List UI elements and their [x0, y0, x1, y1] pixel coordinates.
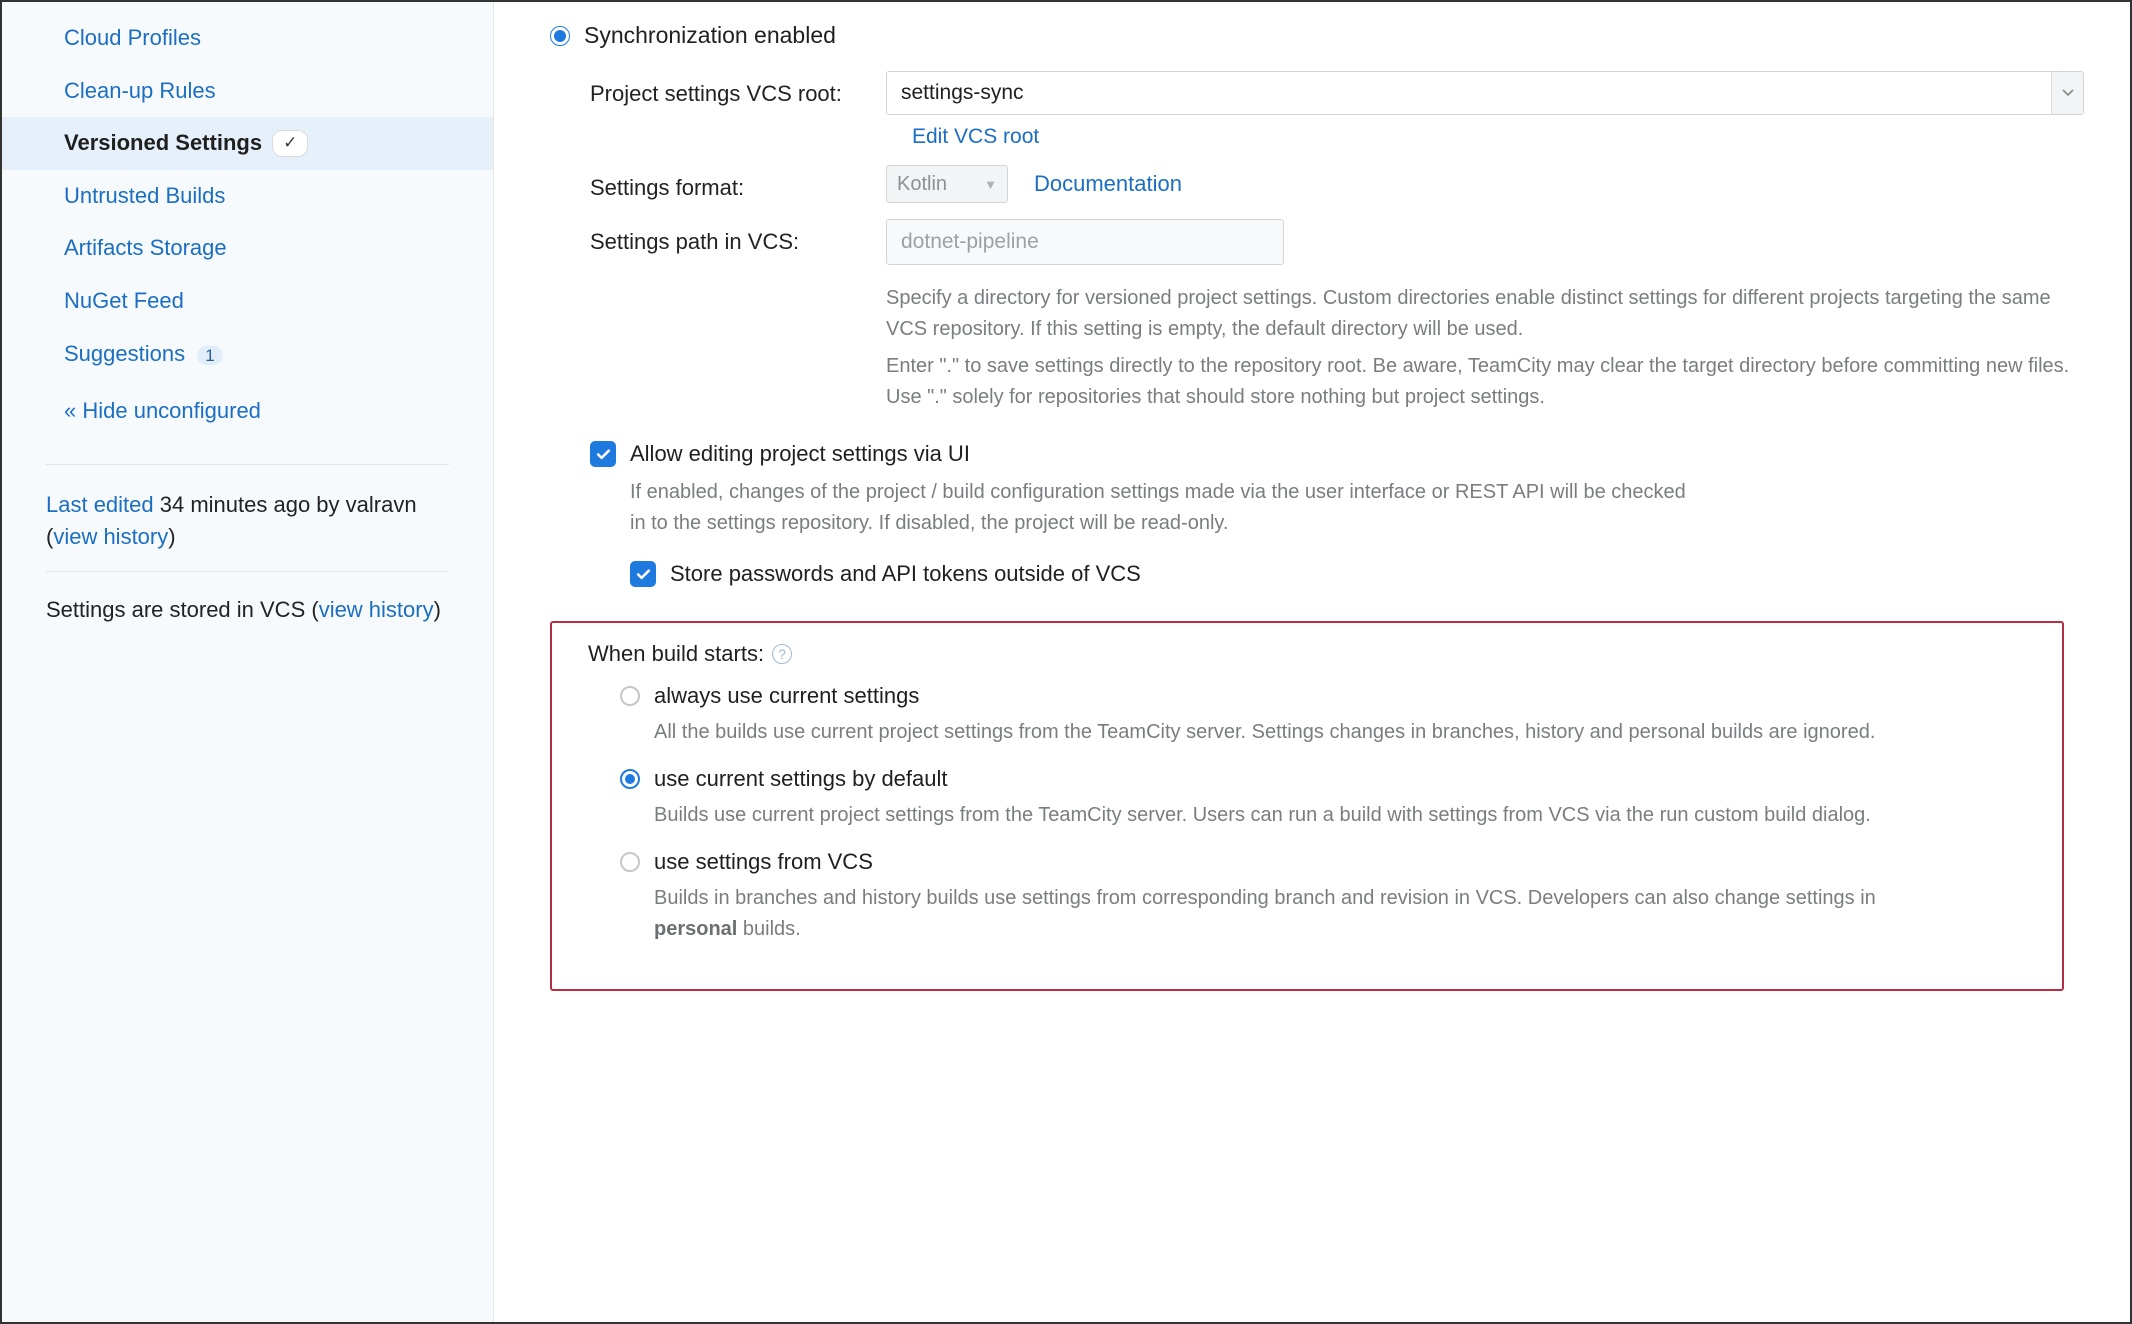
sidebar-item-label: Suggestions: [64, 341, 185, 366]
help-icon[interactable]: ?: [772, 644, 792, 664]
settings-format-label: Settings format:: [590, 165, 880, 203]
allow-editing-checkbox[interactable]: [590, 441, 616, 467]
vcs-root-select[interactable]: settings-sync: [886, 71, 2084, 115]
opt-from-vcs-radio[interactable]: [620, 852, 640, 872]
allow-editing-label: Allow editing project settings via UI: [630, 441, 970, 467]
last-edited-block: Last edited 34 minutes ago by valravn (v…: [2, 465, 493, 571]
stored-in-vcs-block: Settings are stored in VCS (view history…: [2, 572, 493, 648]
opt-from-vcs-label: use settings from VCS: [654, 849, 873, 875]
sidebar-item-cloud-profiles[interactable]: Cloud Profiles: [2, 12, 493, 65]
opt-always-current-desc: All the builds use current project setti…: [654, 717, 1914, 748]
sidebar-item-cleanup-rules[interactable]: Clean-up Rules: [2, 65, 493, 118]
allow-editing-desc: If enabled, changes of the project / bui…: [630, 477, 1690, 539]
settings-format-value: Kotlin: [897, 173, 947, 196]
opt-always-current-label: always use current settings: [654, 683, 919, 709]
sidebar-item-suggestions[interactable]: Suggestions 1: [2, 328, 493, 381]
opt-current-default-desc: Builds use current project settings from…: [654, 800, 1914, 831]
sidebar-item-artifacts-storage[interactable]: Artifacts Storage: [2, 222, 493, 275]
sidebar-item-versioned-settings[interactable]: Versioned Settings ✓: [2, 117, 493, 170]
view-history-link[interactable]: view history: [53, 524, 168, 549]
chevron-down-icon: ▼: [984, 177, 997, 192]
when-build-starts-label: When build starts:: [588, 641, 764, 667]
opt-always-current-radio[interactable]: [620, 686, 640, 706]
vcs-root-label: Project settings VCS root:: [590, 71, 880, 149]
sidebar-item-nuget-feed[interactable]: NuGet Feed: [2, 275, 493, 328]
edit-vcs-root-link[interactable]: Edit VCS root: [912, 125, 2084, 149]
store-passwords-label: Store passwords and API tokens outside o…: [670, 561, 1141, 587]
settings-path-input[interactable]: dotnet-pipeline: [886, 219, 1284, 265]
sync-enabled-radio[interactable]: [550, 26, 570, 46]
sidebar-item-label: Versioned Settings: [64, 129, 262, 158]
hide-unconfigured-link[interactable]: « Hide unconfigured: [2, 380, 493, 444]
check-icon: ✓: [272, 130, 308, 157]
documentation-link[interactable]: Documentation: [1034, 171, 1182, 197]
sidebar: Cloud Profiles Clean-up Rules Versioned …: [2, 2, 494, 1322]
opt-current-default-radio[interactable]: [620, 769, 640, 789]
opt-current-default-label: use current settings by default: [654, 766, 948, 792]
settings-path-placeholder: dotnet-pipeline: [901, 230, 1039, 254]
opt-from-vcs-desc: Builds in branches and history builds us…: [654, 883, 1914, 945]
settings-path-help: Specify a directory for versioned projec…: [886, 283, 2084, 413]
suggestions-badge: 1: [197, 346, 222, 365]
last-edited-link[interactable]: Last edited: [46, 492, 154, 517]
settings-format-select[interactable]: Kotlin ▼: [886, 165, 1008, 203]
sidebar-item-untrusted-builds[interactable]: Untrusted Builds: [2, 170, 493, 223]
vcs-root-value: settings-sync: [901, 81, 1024, 105]
store-passwords-checkbox[interactable]: [630, 561, 656, 587]
main-content: Synchronization enabled Project settings…: [494, 2, 2130, 1322]
when-build-starts-box: When build starts: ? always use current …: [550, 621, 2064, 991]
view-history-link-2[interactable]: view history: [319, 597, 434, 622]
sync-enabled-label: Synchronization enabled: [584, 22, 836, 49]
chevron-down-icon: [2051, 72, 2083, 114]
settings-path-label: Settings path in VCS:: [590, 219, 880, 265]
